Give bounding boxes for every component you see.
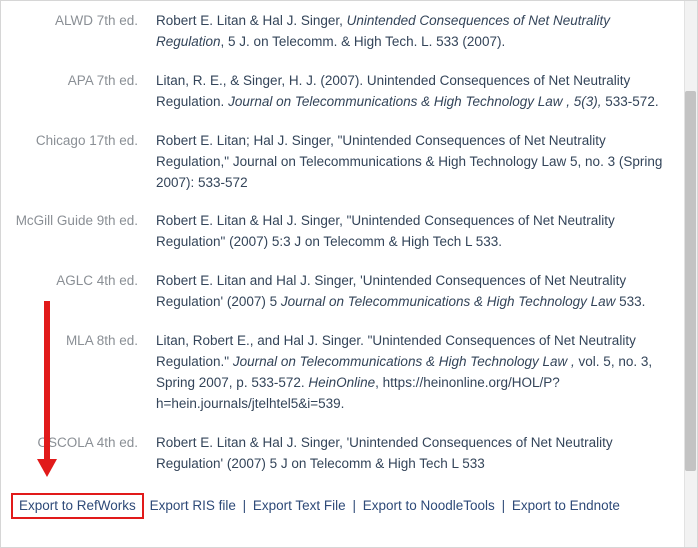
citation-row: ALWD 7th ed.Robert E. Litan & Hal J. Sin… [11, 11, 669, 53]
citation-segment: , 5 J. on Telecomm. & High Tech. L. 533 … [221, 34, 506, 49]
export-text-link[interactable]: Export Text File [253, 498, 346, 513]
citation-text: Litan, R. E., & Singer, H. J. (2007). Un… [156, 71, 669, 113]
citation-segment: Journal on Telecommunications & High Tec… [281, 294, 615, 309]
citation-text: Robert E. Litan & Hal J. Singer, Uninten… [156, 11, 669, 53]
separator: | [240, 498, 250, 513]
scrollbar-thumb[interactable] [685, 91, 696, 471]
separator: | [499, 498, 509, 513]
citation-row: AGLC 4th ed.Robert E. Litan and Hal J. S… [11, 271, 669, 313]
citation-segment: 533-572. [602, 94, 659, 109]
citation-segment: Robert E. Litan; Hal J. Singer, "Uninten… [156, 133, 662, 190]
citation-row: MLA 8th ed.Litan, Robert E., and Hal J. … [11, 331, 669, 415]
citation-style-label: OSCOLA 4th ed. [11, 433, 156, 453]
citation-style-label: ALWD 7th ed. [11, 11, 156, 31]
citation-row: McGill Guide 9th ed.Robert E. Litan & Ha… [11, 211, 669, 253]
export-endnote-link[interactable]: Export to Endnote [512, 498, 620, 513]
citation-text: Litan, Robert E., and Hal J. Singer. "Un… [156, 331, 669, 415]
citation-style-label: APA 7th ed. [11, 71, 156, 91]
export-ris-link[interactable]: Export RIS file [150, 498, 236, 513]
citation-segment: HeinOnline [308, 375, 375, 390]
citation-segment: Journal on Telecommunications & High Tec… [233, 354, 575, 369]
citation-segment: Robert E. Litan & Hal J. Singer, [156, 13, 347, 28]
citation-style-label: AGLC 4th ed. [11, 271, 156, 291]
citation-text: Robert E. Litan and Hal J. Singer, 'Unin… [156, 271, 669, 313]
citation-row: OSCOLA 4th ed.Robert E. Litan & Hal J. S… [11, 433, 669, 475]
citation-list: ALWD 7th ed.Robert E. Litan & Hal J. Sin… [1, 1, 683, 547]
citation-style-label: Chicago 17th ed. [11, 131, 156, 151]
export-refworks-link[interactable]: Export to RefWorks [19, 498, 136, 513]
citation-segment: 533. [615, 294, 645, 309]
citation-segment: Robert E. Litan & Hal J. Singer, "Uninte… [156, 213, 615, 249]
citation-row: Chicago 17th ed.Robert E. Litan; Hal J. … [11, 131, 669, 194]
citation-style-label: MLA 8th ed. [11, 331, 156, 351]
export-refworks-highlight: Export to RefWorks [11, 493, 144, 519]
citation-text: Robert E. Litan & Hal J. Singer, 'Uninte… [156, 433, 669, 475]
citation-row: APA 7th ed.Litan, R. E., & Singer, H. J.… [11, 71, 669, 113]
export-bar: Export to RefWorks Export RIS file | Exp… [11, 493, 669, 519]
citation-text: Robert E. Litan; Hal J. Singer, "Uninten… [156, 131, 669, 194]
citation-text: Robert E. Litan & Hal J. Singer, "Uninte… [156, 211, 669, 253]
scrollbar-track[interactable] [684, 1, 697, 547]
export-noodletools-link[interactable]: Export to NoodleTools [363, 498, 495, 513]
citation-panel: ALWD 7th ed.Robert E. Litan & Hal J. Sin… [0, 0, 698, 548]
citation-segment: Journal on Telecommunications & High Tec… [228, 94, 601, 109]
citation-style-label: McGill Guide 9th ed. [11, 211, 156, 231]
separator: | [349, 498, 359, 513]
citation-segment: Robert E. Litan & Hal J. Singer, 'Uninte… [156, 435, 613, 471]
